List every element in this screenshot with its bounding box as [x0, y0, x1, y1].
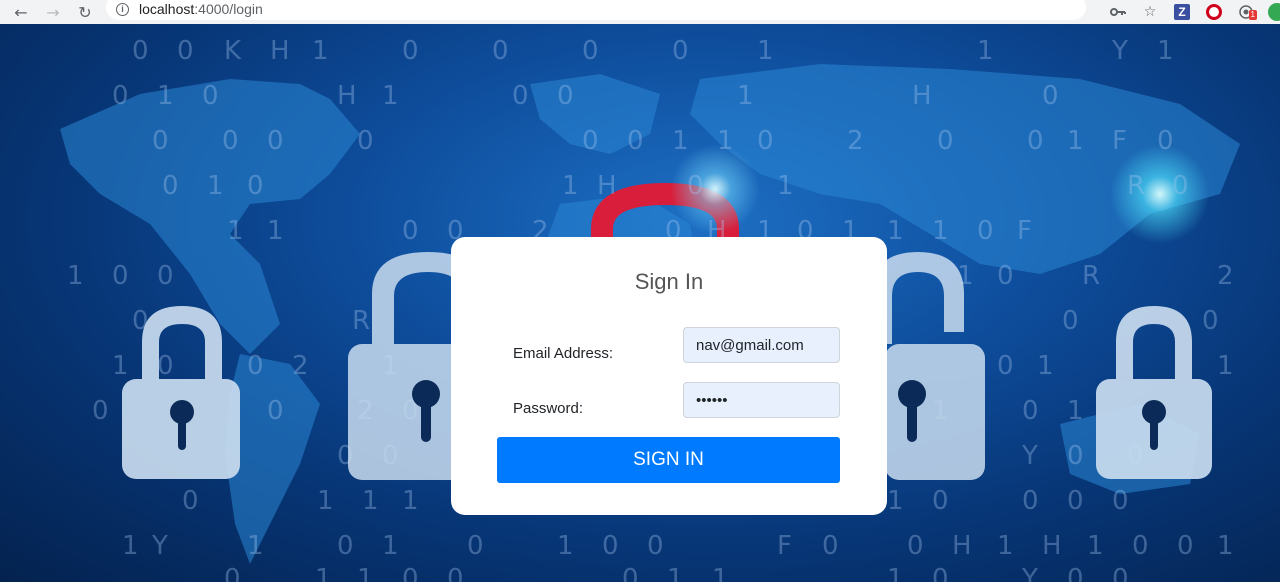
password-label: Password: [513, 400, 584, 417]
url-path: :4000/login [194, 1, 263, 17]
star-icon[interactable]: ☆ [1138, 2, 1162, 22]
forward-arrow-icon[interactable]: → [42, 2, 64, 22]
reload-icon[interactable]: ↻ [74, 2, 96, 22]
back-arrow-icon[interactable]: ← [10, 2, 32, 22]
profile-avatar[interactable] [1268, 3, 1280, 21]
padlock-icon [872, 252, 985, 480]
email-field[interactable] [683, 327, 840, 363]
extension-badge-icon[interactable]: 1 [1234, 2, 1258, 22]
sign-in-button[interactable]: SIGN IN [497, 437, 840, 483]
url-text[interactable]: localhost:4000/login [139, 1, 263, 17]
password-field[interactable] [683, 382, 840, 418]
url-host: localhost [139, 1, 195, 17]
email-label: Email Address: [513, 345, 614, 362]
padlock-icon [122, 306, 240, 479]
address-bar[interactable]: i localhost:4000/login [106, 0, 1086, 20]
browser-toolbar: ← → ↻ i localhost:4000/login ☆ Z 1 [0, 0, 1280, 24]
info-icon[interactable]: i [116, 2, 129, 16]
login-card: Sign In Email Address: Password: SIGN IN [451, 237, 887, 515]
key-icon[interactable] [1106, 2, 1130, 22]
extension-badge-count: 1 [1248, 10, 1257, 20]
extension-z-icon[interactable]: Z [1170, 2, 1194, 22]
extension-red-icon[interactable] [1202, 2, 1226, 22]
padlock-icon [1096, 306, 1212, 479]
page-title: Sign In [634, 269, 704, 294]
